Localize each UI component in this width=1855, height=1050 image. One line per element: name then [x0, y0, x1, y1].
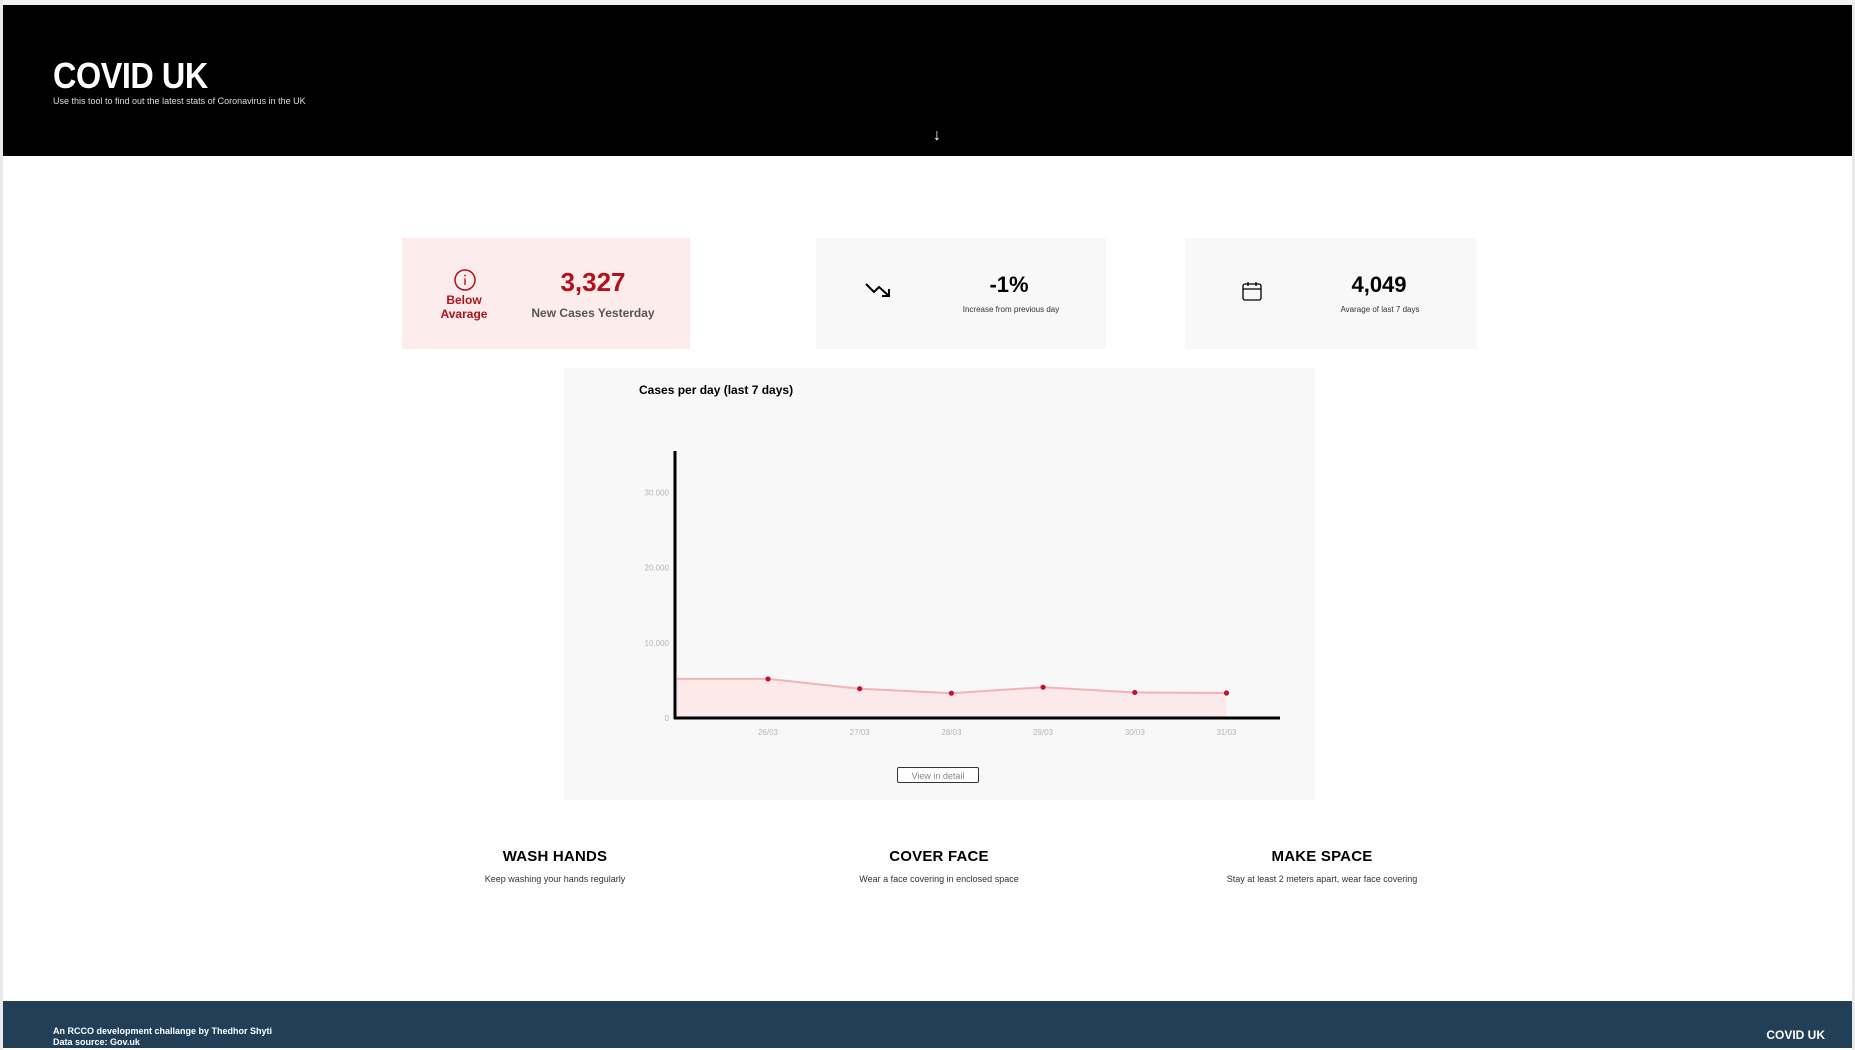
footer-brand: COVID UK: [1766, 1028, 1825, 1042]
data-point: [1223, 690, 1230, 696]
new-cases-caption: New Cases Yesterday: [531, 306, 655, 320]
y-tick-label: 20.000: [645, 564, 670, 573]
y-tick-label: 0: [665, 714, 670, 723]
average-caption: Avarage of last 7 days: [1340, 305, 1420, 314]
y-tick-label: 10.000: [645, 639, 670, 648]
arrow-down-icon[interactable]: ↓: [933, 128, 941, 144]
footer-credit-line: An RCCO development challange by Thedhor…: [53, 1026, 273, 1036]
browser-frame-left: [0, 0, 3, 1050]
trending-down-icon: [865, 283, 890, 297]
x-tick-label: 28/03: [941, 728, 962, 737]
change-caption: Increase from previous day: [962, 305, 1060, 314]
x-tick-label: 30/03: [1125, 728, 1146, 737]
change-card: -1% Increase from previous day: [816, 238, 1106, 349]
y-tick-label: 30.000: [645, 489, 670, 498]
cases-chart: 0 10.000 20.000 30.000 26/03 27/03 28/03 29/03 3…: [645, 451, 1280, 737]
advice-make-space: MAKE SPACE Stay at least 2 meters apart,…: [1162, 848, 1482, 884]
status-label: Below Avarage: [440, 293, 488, 321]
x-tick-label: 31/03: [1216, 728, 1237, 737]
chart-panel: Cases per day (last 7 days) 0 10.000 20.00…: [564, 368, 1315, 800]
page-title: COVID UK: [53, 55, 208, 96]
data-point: [1040, 684, 1046, 690]
average-card: 4,049 Avarage of last 7 days: [1185, 238, 1477, 349]
footer-credit: An RCCO development challange by Thedhor…: [53, 1026, 272, 1048]
data-point: [1132, 689, 1138, 696]
info-icon: [454, 269, 476, 291]
advice-title: COVER FACE: [889, 848, 989, 865]
data-point: [857, 686, 863, 692]
x-tick-label: 29/03: [1033, 728, 1054, 737]
advice-cover-face: COVER FACE Wear a face covering in enclo…: [779, 848, 1099, 884]
calendar-icon: [1242, 282, 1262, 301]
page-subtitle: Use this tool to find out the latest sta…: [53, 96, 306, 106]
view-in-detail-button[interactable]: View in detail: [897, 767, 979, 783]
advice-title: MAKE SPACE: [1271, 848, 1373, 865]
new-cases-value: 3,327: [560, 267, 626, 297]
x-tick-label: 27/03: [850, 728, 871, 737]
data-point: [765, 676, 771, 682]
footer-source-line: Data source: Gov.uk: [53, 1037, 140, 1047]
x-tick-label: 26/03: [758, 728, 779, 737]
series-area: [677, 678, 1227, 718]
advice-text: Keep washing your hands regularly: [484, 874, 626, 884]
advice-text: Stay at least 2 meters apart, wear face …: [1226, 874, 1418, 884]
advice-wash-hands: WASH HANDS Keep washing your hands regul…: [395, 848, 715, 884]
change-value: -1%: [989, 272, 1029, 297]
page-header: COVID UK Use this tool to find out the l…: [3, 5, 1852, 156]
advice-title: WASH HANDS: [502, 848, 608, 865]
data-point: [948, 690, 954, 696]
average-value: 4,049: [1351, 272, 1407, 297]
page-footer: An RCCO development challange by Thedhor…: [3, 1001, 1852, 1048]
advice-text: Wear a face covering in enclosed space: [859, 874, 1019, 884]
new-cases-card: Below Avarage 3,327 New Cases Yesterday: [402, 238, 690, 349]
